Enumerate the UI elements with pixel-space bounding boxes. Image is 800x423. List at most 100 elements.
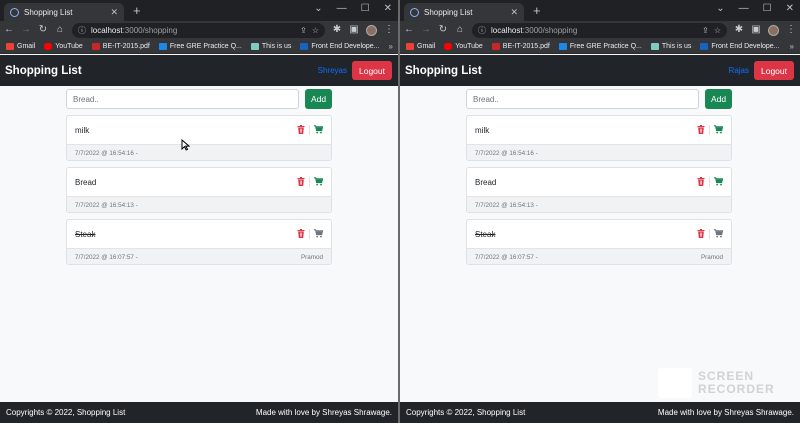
- action-separator: [709, 125, 710, 135]
- bookmarks-overflow-icon[interactable]: »: [389, 42, 393, 51]
- browser-toolbar: ← → ↻ ⌂ ⓘ localhost:3000/shopping ⇪ ☆ ✱ …: [400, 21, 800, 39]
- home-icon[interactable]: ⌂: [455, 24, 465, 36]
- bookmark-youtube[interactable]: YouTube: [44, 42, 83, 50]
- side-panel-icon[interactable]: ▣: [349, 24, 359, 36]
- home-icon[interactable]: ⌂: [55, 24, 65, 36]
- trash-icon[interactable]: [697, 121, 705, 139]
- close-window-icon[interactable]: ✕: [384, 2, 392, 16]
- cart-icon[interactable]: [714, 225, 724, 243]
- trash-icon[interactable]: [297, 173, 305, 191]
- item-card-body: milk: [67, 116, 331, 144]
- trash-icon[interactable]: [697, 225, 705, 243]
- username-link[interactable]: Rajas: [729, 66, 749, 75]
- extensions-icon[interactable]: ✱: [332, 24, 342, 36]
- bookmark-star-icon[interactable]: ☆: [714, 26, 721, 35]
- address-bar[interactable]: ⓘ localhost:3000/shopping ⇪ ☆: [72, 22, 325, 38]
- item-list: milk 7/7/2022 @ 16:54:16 - Bread 7/7/202…: [66, 115, 332, 265]
- share-icon[interactable]: ⇪: [300, 26, 307, 35]
- copyright-text: Copyrights © 2022, Shopping List: [406, 408, 526, 417]
- bookmark-youtube[interactable]: YouTube: [444, 42, 483, 50]
- forward-arrow-icon[interactable]: →: [21, 24, 31, 36]
- brand-title[interactable]: Shopping List: [405, 65, 482, 77]
- bookmark-star-icon[interactable]: ☆: [312, 26, 319, 35]
- trash-icon[interactable]: [297, 121, 305, 139]
- new-tab-icon[interactable]: +: [533, 3, 541, 19]
- action-separator: [709, 229, 710, 239]
- browser-tab[interactable]: Shopping List ✕: [4, 3, 124, 21]
- bookmarks-overflow-icon[interactable]: »: [790, 42, 794, 51]
- site-info-icon[interactable]: ⓘ: [78, 25, 86, 36]
- chevron-down-icon[interactable]: ⌄: [314, 2, 322, 16]
- maximize-icon[interactable]: ☐: [763, 2, 772, 16]
- trash-icon[interactable]: [697, 173, 705, 191]
- side-panel-icon[interactable]: ▣: [751, 24, 761, 36]
- reload-icon[interactable]: ↻: [38, 24, 48, 36]
- maximize-icon[interactable]: ☐: [361, 2, 370, 16]
- menu-kebab-icon[interactable]: ⋮: [384, 24, 394, 36]
- bookmark-this-is-us[interactable]: This is us: [650, 42, 691, 50]
- extensions-icon[interactable]: ✱: [734, 24, 744, 36]
- forward-arrow-icon[interactable]: →: [421, 24, 431, 36]
- mouse-cursor-icon: [181, 139, 190, 151]
- bookmark-this-is-us[interactable]: This is us: [250, 42, 291, 50]
- bookmarks-bar: Gmail YouTube BE-IT-2015.pdf Free GRE Pr…: [0, 39, 398, 54]
- item-name: milk: [475, 125, 490, 135]
- close-window-icon[interactable]: ✕: [786, 2, 794, 16]
- add-item-row: Add: [66, 89, 332, 109]
- back-arrow-icon[interactable]: ←: [404, 24, 414, 36]
- chevron-down-icon[interactable]: ⌄: [716, 2, 724, 16]
- item-input[interactable]: [66, 89, 299, 109]
- browser-tab[interactable]: Shopping List ✕: [404, 3, 524, 21]
- site-info-icon[interactable]: ⓘ: [478, 25, 486, 36]
- bookmarks-bar: Gmail YouTube BE-IT-2015.pdf Free GRE Pr…: [400, 39, 800, 54]
- cart-icon[interactable]: [314, 121, 324, 139]
- item-card-footer: 7/7/2022 @ 16:54:13 -: [67, 196, 331, 212]
- pdf-icon: [91, 42, 100, 50]
- share-icon[interactable]: ⇪: [702, 26, 709, 35]
- minimize-icon[interactable]: —: [337, 2, 347, 16]
- bookmark-gmail[interactable]: Gmail: [6, 42, 35, 50]
- bookmark-gre[interactable]: Free GRE Practice Q...: [558, 42, 642, 50]
- action-separator: [309, 177, 310, 187]
- bookmark-frontend[interactable]: Front End Develope...: [300, 42, 380, 50]
- username-link[interactable]: Shreyas: [318, 66, 347, 75]
- bookmark-frontend[interactable]: Front End Develope...: [700, 42, 780, 50]
- cart-icon[interactable]: [714, 121, 724, 139]
- address-bar[interactable]: ⓘ localhost:3000/shopping ⇪ ☆: [472, 22, 727, 38]
- reload-icon[interactable]: ↻: [438, 24, 448, 36]
- logout-button[interactable]: Logout: [352, 61, 392, 80]
- menu-kebab-icon[interactable]: ⋮: [786, 24, 796, 36]
- credits-text: Made with love by Shreyas Shrawage.: [657, 408, 794, 417]
- add-button[interactable]: Add: [705, 89, 732, 109]
- app-navbar: Shopping List Shreyas Logout: [0, 55, 398, 86]
- copyright-text: Copyrights © 2022, Shopping List: [6, 408, 126, 417]
- cart-icon[interactable]: [314, 225, 324, 243]
- profile-avatar[interactable]: [366, 24, 377, 36]
- item-input[interactable]: [466, 89, 699, 109]
- item-card: milk 7/7/2022 @ 16:54:16 -: [466, 115, 732, 161]
- close-tab-icon[interactable]: ✕: [510, 7, 518, 18]
- trash-icon[interactable]: [297, 225, 305, 243]
- item-card-footer: 7/7/2022 @ 16:54:16 -: [67, 144, 331, 160]
- brand-title[interactable]: Shopping List: [5, 65, 82, 77]
- cart-icon[interactable]: [714, 173, 724, 191]
- logout-button[interactable]: Logout: [754, 61, 794, 80]
- cart-icon[interactable]: [314, 173, 324, 191]
- purchased-by: Pramod: [300, 253, 323, 261]
- back-arrow-icon[interactable]: ←: [4, 24, 14, 36]
- item-timestamp: 7/7/2022 @ 16:07:57 -: [475, 253, 538, 261]
- bookmark-pdf[interactable]: BE-IT-2015.pdf: [491, 42, 550, 50]
- minimize-icon[interactable]: —: [739, 2, 749, 16]
- bookmark-gre[interactable]: Free GRE Practice Q...: [158, 42, 242, 50]
- new-tab-icon[interactable]: +: [133, 3, 141, 19]
- add-item-row: Add: [466, 89, 732, 109]
- bookmark-gmail[interactable]: Gmail: [406, 42, 435, 50]
- screen-recorder-watermark: SCREEN RECORDER: [658, 368, 775, 398]
- item-card: Steak 7/7/2022 @ 16:07:57 - Pramod: [466, 219, 732, 265]
- add-button[interactable]: Add: [305, 89, 332, 109]
- item-name: Bread: [475, 177, 497, 187]
- bookmark-pdf[interactable]: BE-IT-2015.pdf: [91, 42, 150, 50]
- profile-avatar[interactable]: [768, 24, 779, 36]
- item-actions: [697, 173, 724, 191]
- close-tab-icon[interactable]: ✕: [110, 7, 118, 18]
